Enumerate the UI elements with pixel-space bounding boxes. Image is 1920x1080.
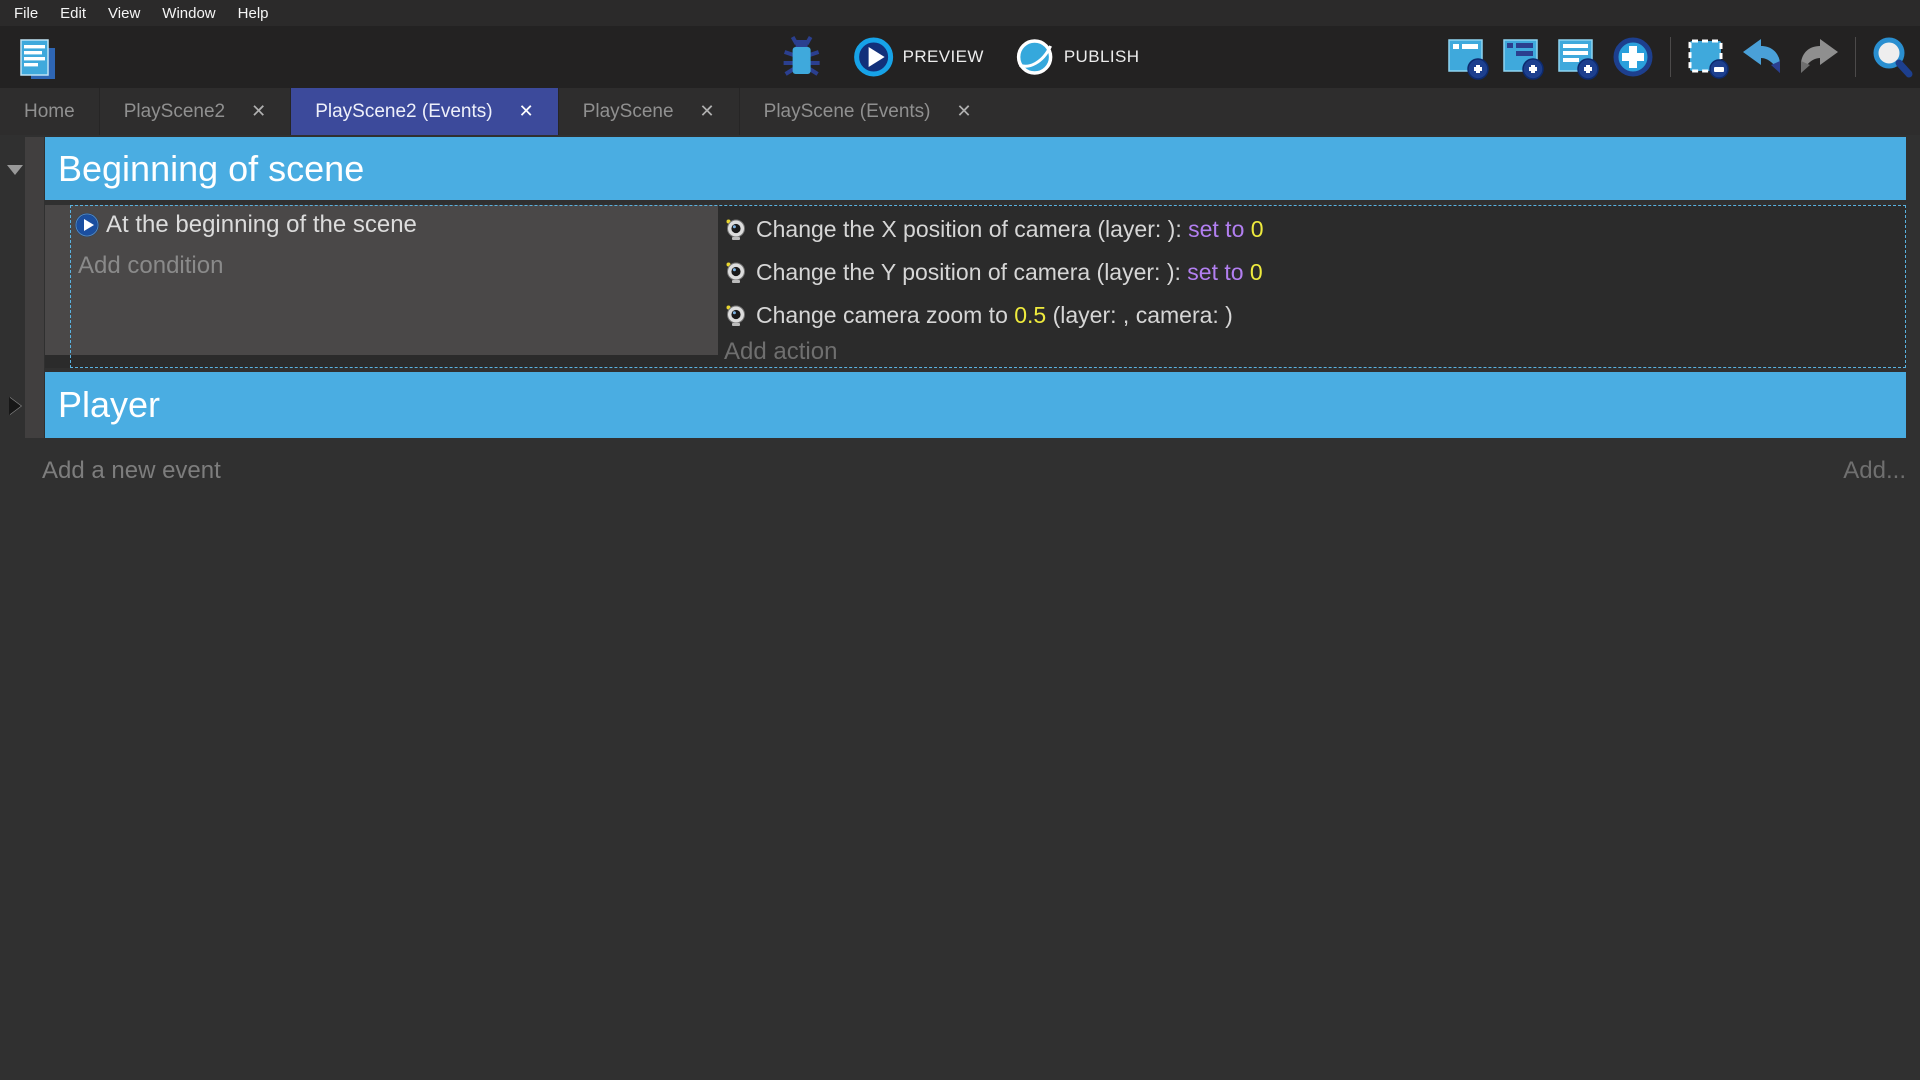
action-text: Change the Y position of camera (layer: … [756,259,1187,286]
event-group-header-player[interactable]: Player [45,372,1906,438]
toolbar-separator [1670,37,1671,77]
tab-label: Home [24,101,75,123]
preview-label: PREVIEW [903,47,984,67]
tab-label: PlayScene (Events) [764,101,931,123]
menu-edit[interactable]: Edit [49,5,97,22]
publish-button[interactable]: PUBLISH [1014,36,1140,78]
group-title: Beginning of scene [58,148,364,190]
condition-row[interactable]: At the beginning of the scene [74,211,417,239]
close-icon[interactable]: ✕ [700,101,715,122]
group-title: Player [58,384,160,426]
play-circle-icon [853,36,895,78]
condition-text: At the beginning of the scene [106,211,417,239]
redo-button[interactable] [1795,36,1841,78]
menu-bar: File Edit View Window Help [0,0,1920,26]
action-operator: set to [1187,259,1243,286]
toolbar-center: PREVIEW PUBLISH [781,26,1140,88]
add-more-events-button[interactable] [1610,34,1656,80]
event-group-header-beginning[interactable]: Beginning of scene [45,137,1906,200]
project-manager-icon [14,35,58,81]
add-event-icon [1445,34,1491,80]
action-row[interactable]: Change camera zoom to 0.5 (layer: , came… [724,294,1894,337]
undo-button[interactable] [1740,36,1786,78]
menu-file[interactable]: File [3,5,49,22]
chevron-down-icon[interactable] [7,165,23,175]
redo-icon [1795,36,1841,78]
toolbar: PREVIEW PUBLISH [0,26,1920,88]
menu-window[interactable]: Window [151,5,226,22]
menu-view[interactable]: View [97,5,151,22]
close-icon[interactable]: ✕ [519,101,534,122]
tab-bar: Home PlayScene2 ✕ PlayScene2 (Events) ✕ … [0,88,1920,135]
publish-label: PUBLISH [1064,47,1140,67]
clear-selection-button[interactable] [1685,34,1731,80]
tab-home[interactable]: Home [0,88,99,135]
camera-icon [724,261,747,284]
events-sheet: Beginning of scene At the beginning of t… [0,135,1920,1080]
group-drag-handle[interactable] [25,137,44,438]
project-manager-button[interactable] [14,35,58,81]
start-condition-icon [74,212,100,238]
tab-playscene[interactable]: PlayScene ✕ [558,88,739,135]
action-operator: set to [1188,216,1244,243]
tab-label: PlayScene [583,101,674,123]
add-subevent-button[interactable] [1500,34,1546,80]
clear-selection-icon [1685,34,1731,80]
chevron-right-icon[interactable] [9,397,21,415]
action-text: (layer: , camera: ) [1046,302,1233,329]
actions-column: Change the X position of camera (layer: … [724,208,1894,337]
preview-button[interactable]: PREVIEW [853,36,984,78]
action-value: 0 [1244,216,1263,243]
publish-globe-icon [1014,36,1056,78]
close-icon[interactable]: ✕ [957,101,972,122]
add-more-events-icon [1610,34,1656,80]
add-condition-button[interactable]: Add condition [78,252,223,280]
tab-playscene2[interactable]: PlayScene2 ✕ [99,88,291,135]
camera-icon [724,304,747,327]
tab-playscene2-events[interactable]: PlayScene2 (Events) ✕ [290,88,558,135]
search-button[interactable] [1870,35,1914,79]
add-subevent-icon [1500,34,1546,80]
action-value: 0 [1244,259,1263,286]
add-comment-icon [1555,34,1601,80]
add-comment-button[interactable] [1555,34,1601,80]
add-event-button[interactable] [1445,34,1491,80]
undo-icon [1740,36,1786,78]
action-row[interactable]: Change the Y position of camera (layer: … [724,251,1894,294]
toolbar-separator [1855,37,1856,77]
debug-icon [781,34,823,80]
gdevelop-window: File Edit View Window Help [0,0,1920,1080]
add-action-button[interactable]: Add action [724,338,837,366]
toolbar-right [1445,26,1914,88]
tab-label: PlayScene2 [124,101,225,123]
search-icon [1870,35,1914,79]
add-more-button[interactable]: Add... [1843,457,1906,485]
action-row[interactable]: Change the X position of camera (layer: … [724,208,1894,251]
tab-playscene-events[interactable]: PlayScene (Events) ✕ [739,88,996,135]
debug-button[interactable] [781,34,823,80]
close-icon[interactable]: ✕ [251,101,266,122]
menu-help[interactable]: Help [227,5,280,22]
action-value: 0.5 [1014,302,1046,329]
add-new-event-button[interactable]: Add a new event [42,457,221,485]
tab-label: PlayScene2 (Events) [315,101,492,123]
action-text: Change the X position of camera (layer: … [756,216,1188,243]
action-text: Change camera zoom to [756,302,1014,329]
camera-icon [724,218,747,241]
